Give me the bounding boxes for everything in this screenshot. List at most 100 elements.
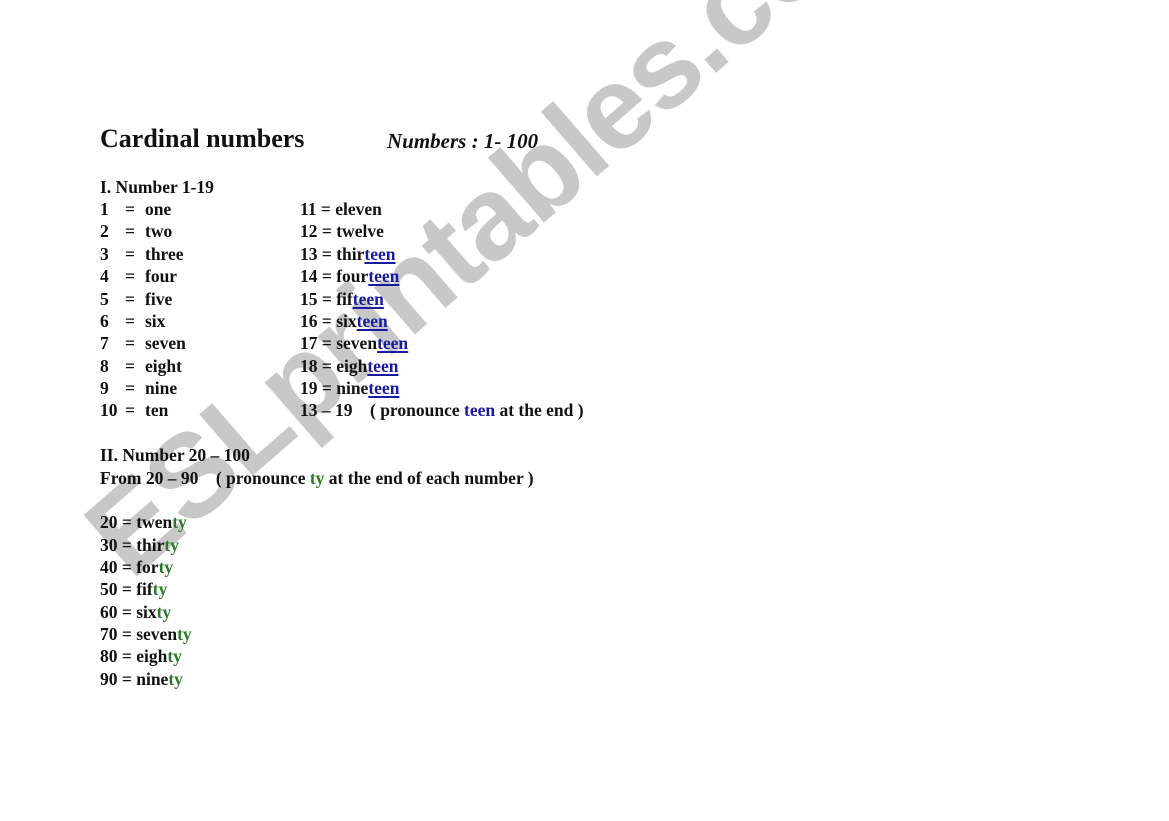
number: 8 — [100, 356, 109, 376]
number-row: 90 = ninety — [100, 668, 183, 690]
number-row: 20 = twenty — [100, 511, 187, 533]
number-word: 60 = six — [100, 602, 157, 622]
number-row: 5 = five — [100, 288, 172, 310]
number-row: 6 = six — [100, 310, 165, 332]
number-word: 12 = twelve — [300, 221, 384, 241]
number-word: 16 = six — [300, 311, 357, 331]
number: 6 — [100, 311, 109, 331]
watermark: ESLprintables.com — [61, 0, 929, 602]
number-word: 11 = eleven — [300, 199, 382, 219]
number-word: 20 = twen — [100, 512, 173, 532]
number-row: 17 = seventeen — [300, 332, 408, 354]
word: six — [145, 311, 166, 331]
teen-suffix: teen — [368, 266, 400, 286]
ty-suffix: ty — [177, 624, 192, 644]
ty-suffix: ty — [152, 579, 168, 599]
number-row: 70 = seventy — [100, 623, 192, 645]
number: 10 — [100, 400, 118, 420]
number-row: 2 = two — [100, 220, 172, 242]
number-row: 14 = fourteen — [300, 265, 399, 287]
note-text: From 20 – 90 ( pronounce — [100, 468, 310, 488]
number-word: 15 = fif — [300, 289, 353, 309]
number-row: 80 = eighty — [100, 645, 182, 667]
number-word: 70 = seven — [100, 624, 178, 644]
equals: = — [125, 244, 135, 264]
teen-suffix: teen — [367, 356, 399, 376]
number-row: 40 = forty — [100, 556, 173, 578]
word: eight — [145, 356, 182, 376]
ty-suffix: ty — [164, 535, 179, 555]
word: four — [145, 266, 178, 286]
number-word: 14 = four — [300, 266, 369, 286]
equals: = — [125, 356, 135, 376]
number-row: 11 = eleven — [300, 198, 382, 220]
note-text: 13 – 19 ( pronounce — [300, 400, 464, 420]
word: seven — [145, 333, 186, 353]
number-word: 80 = eigh — [100, 646, 168, 666]
note-text: at the end ) — [495, 400, 584, 420]
number-word: 19 = nine — [300, 378, 369, 398]
ty-suffix: ty — [168, 669, 183, 689]
teen-suffix: teen — [352, 289, 384, 309]
number-row: 15 = fifteen — [300, 288, 384, 310]
equals: = — [125, 221, 135, 241]
number-word: 50 = fif — [100, 579, 153, 599]
equals: = — [125, 199, 135, 219]
ty-suffix: ty — [156, 602, 172, 622]
teen-suffix: teen — [356, 311, 388, 331]
ty-suffix: ty — [167, 646, 182, 666]
number-row: 30 = thirty — [100, 534, 179, 556]
number-row: 4 = four — [100, 265, 177, 287]
number-word: 40 = for — [100, 557, 159, 577]
note-highlight: teen — [464, 400, 496, 420]
word: nine — [145, 378, 178, 398]
number: 2 — [100, 221, 109, 241]
number-row: 50 = fifty — [100, 578, 167, 600]
number-row: 19 = nineteen — [300, 377, 399, 399]
number-row: 60 = sixty — [100, 601, 171, 623]
word: five — [145, 289, 173, 309]
number: 5 — [100, 289, 109, 309]
teen-suffix: teen — [377, 333, 409, 353]
note-text: at the end of each number ) — [324, 468, 534, 488]
number-word: 30 = thir — [100, 535, 165, 555]
section2-heading: II. Number 20 – 100 — [100, 445, 250, 465]
number-word: 90 = nine — [100, 669, 169, 689]
equals: = — [125, 400, 135, 420]
teen-suffix: teen — [364, 244, 396, 264]
number: 4 — [100, 266, 109, 286]
section1-heading: I. Number 1-19 — [100, 177, 214, 197]
word: three — [145, 244, 184, 264]
word: two — [145, 221, 173, 241]
note-highlight: ty — [309, 468, 325, 488]
equals: = — [125, 311, 135, 331]
number: 7 — [100, 333, 109, 353]
ty-suffix: ty — [158, 557, 174, 577]
teen-suffix: teen — [368, 378, 400, 398]
page-subtitle: Numbers : 1- 100 — [387, 129, 539, 153]
number: 9 — [100, 378, 109, 398]
equals: = — [125, 289, 135, 309]
ty-note: From 20 – 90 ( pronounce ty at the end o… — [100, 467, 534, 489]
number-row: 18 = eighteen — [300, 355, 398, 377]
word: one — [145, 199, 172, 219]
word: ten — [145, 400, 169, 420]
number-row: 10 = ten — [100, 399, 168, 421]
number-row: 8 = eight — [100, 355, 182, 377]
number: 3 — [100, 244, 109, 264]
number: 1 — [100, 199, 109, 219]
teen-note: 13 – 19 ( pronounce teen at the end ) — [300, 399, 584, 421]
number-row: 13 = thirteen — [300, 243, 396, 265]
number-row: 16 = sixteen — [300, 310, 388, 332]
number-word: 13 = thir — [300, 244, 365, 264]
number-row: 12 = twelve — [300, 220, 384, 242]
number-row: 3 = three — [100, 243, 184, 265]
number-row: 9 = nine — [100, 377, 177, 399]
ty-suffix: ty — [172, 512, 187, 532]
equals: = — [125, 266, 135, 286]
equals: = — [125, 378, 135, 398]
equals: = — [125, 333, 135, 353]
number-word: 17 = seven — [300, 333, 378, 353]
page-title: Cardinal numbers — [100, 124, 305, 153]
number-word: 18 = eigh — [300, 356, 368, 376]
